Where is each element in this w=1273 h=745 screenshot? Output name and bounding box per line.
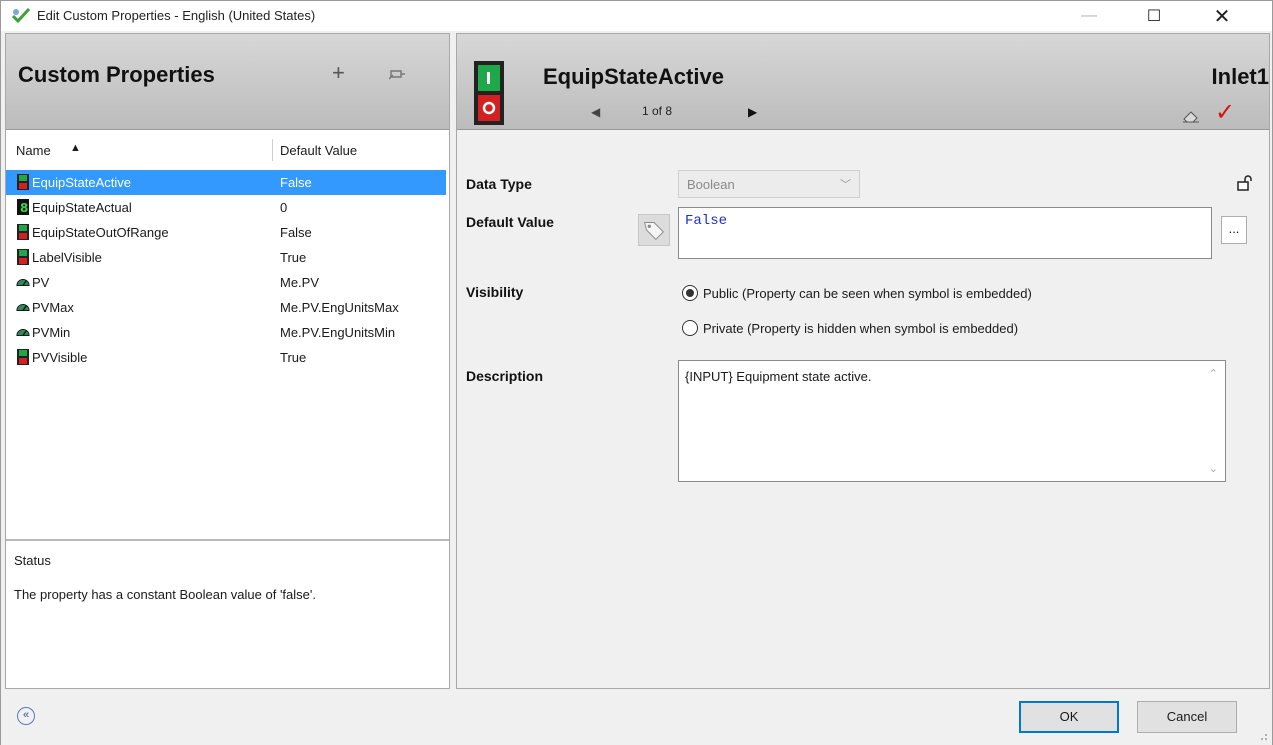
properties-header: Custom Properties +	[6, 34, 449, 130]
property-name: PVVisible	[32, 350, 88, 365]
property-name: PVMax	[32, 300, 74, 315]
eraser-icon[interactable]	[1182, 109, 1200, 123]
close-button[interactable]: ✕	[1199, 1, 1245, 31]
gauge-icon	[16, 278, 30, 286]
symbol-name: Inlet1	[1211, 64, 1269, 89]
property-default: False	[280, 175, 312, 190]
description-textarea[interactable]: {INPUT} Equipment state active. ⌃ ⌄	[678, 360, 1226, 482]
properties-panel: Custom Properties + Name ▲ Default Value…	[5, 33, 450, 689]
title-bar: Edit Custom Properties - English (United…	[1, 1, 1272, 31]
description-label: Description	[466, 368, 544, 384]
panel-title: Custom Properties	[18, 62, 215, 87]
column-name[interactable]: Name	[16, 143, 51, 158]
property-default: Me.PV.EngUnitsMax	[280, 300, 399, 315]
property-editor: EquipStateActive ◀ 1 of 8 ▶ Inlet1 ✓ Dat…	[456, 33, 1270, 689]
property-name: EquipStateActive	[32, 175, 132, 190]
list-item[interactable]: PVMax Me.PV.EngUnitsMax	[6, 295, 446, 320]
property-name: EquipStateOutOfRange	[32, 225, 169, 240]
integer-icon: 8	[17, 199, 29, 215]
tag-icon	[644, 222, 665, 241]
switch-icon	[17, 249, 29, 265]
list-item[interactable]: 8 EquipStateActual 0	[6, 195, 446, 220]
column-header: Name ▲ Default Value	[6, 139, 449, 161]
status-text: The property has a constant Boolean valu…	[14, 587, 316, 602]
property-name: PVMin	[32, 325, 71, 340]
visibility-private-option[interactable]: Private (Property is hidden when symbol …	[682, 320, 1018, 336]
property-name: PV	[32, 275, 50, 290]
switch-icon	[17, 349, 29, 365]
collapse-icon[interactable]: «	[17, 707, 35, 725]
minimize-button[interactable]: —	[1066, 1, 1112, 31]
resize-grip-icon[interactable]	[1258, 731, 1268, 741]
app-icon	[11, 7, 31, 24]
next-property-button[interactable]: ▶	[748, 105, 757, 119]
dialog-window: Edit Custom Properties - English (United…	[0, 0, 1273, 745]
visibility-label: Visibility	[466, 284, 524, 300]
property-default: 0	[280, 200, 288, 215]
browse-button[interactable]: ...	[1221, 216, 1247, 244]
private-radio-label: Private (Property is hidden when symbol …	[703, 320, 1019, 336]
status-panel: Status The property has a constant Boole…	[6, 539, 449, 688]
property-name: EquipStateActual	[32, 200, 132, 215]
gauge-icon	[16, 328, 30, 336]
property-counter: 1 of 8	[642, 104, 673, 118]
previous-property-button[interactable]: ◀	[591, 105, 600, 119]
switch-icon	[474, 61, 504, 125]
editor-header: EquipStateActive ◀ 1 of 8 ▶ Inlet1 ✓	[457, 34, 1269, 130]
column-default-value[interactable]: Default Value	[280, 143, 357, 158]
default-value-label: Default Value	[466, 214, 554, 230]
visibility-public-option[interactable]: Public (Property can be seen when symbol…	[682, 285, 1032, 301]
property-title: EquipStateActive	[543, 64, 724, 89]
data-type-value: Boolean	[687, 177, 735, 192]
column-divider[interactable]	[272, 139, 273, 161]
status-title: Status	[14, 553, 51, 568]
property-default: Me.PV.EngUnitsMin	[280, 325, 396, 340]
public-radio[interactable]	[682, 285, 698, 301]
property-default: True	[280, 250, 307, 265]
list-item[interactable]: PV Me.PV	[6, 270, 446, 295]
property-default: Me.PV	[280, 275, 320, 290]
description-text: {INPUT} Equipment state active.	[685, 369, 872, 384]
public-radio-label: Public (Property can be seen when symbol…	[703, 285, 1032, 301]
default-value-input[interactable]: False	[678, 207, 1212, 259]
add-property-button[interactable]: +	[332, 60, 345, 86]
switch-icon	[17, 224, 29, 240]
property-default: True	[280, 350, 307, 365]
tag-browse-button[interactable]	[638, 214, 670, 246]
apply-check-icon[interactable]: ✓	[1215, 98, 1235, 127]
window-title: Edit Custom Properties - English (United…	[37, 8, 316, 23]
ok-button[interactable]: OK	[1019, 701, 1119, 733]
data-type-dropdown: Boolean ﹀	[678, 170, 860, 198]
private-radio[interactable]	[682, 320, 698, 336]
scroll-up-icon[interactable]: ⌃	[1209, 367, 1218, 380]
list-item[interactable]: EquipStateOutOfRange False	[6, 220, 446, 245]
pin-icon[interactable]	[389, 67, 405, 81]
list-item[interactable]: PVVisible True	[6, 345, 446, 370]
cancel-button[interactable]: Cancel	[1137, 701, 1237, 733]
unlock-icon[interactable]	[1236, 175, 1252, 191]
list-item[interactable]: EquipStateActive False	[6, 170, 446, 195]
switch-icon	[17, 174, 29, 190]
gauge-icon	[16, 303, 30, 311]
maximize-button[interactable]: ☐	[1131, 1, 1177, 31]
data-type-label: Data Type	[466, 176, 532, 192]
property-name: LabelVisible	[32, 250, 102, 265]
sort-ascending-icon: ▲	[70, 142, 81, 154]
scroll-down-icon[interactable]: ⌄	[1209, 462, 1218, 475]
button-bar: « OK Cancel	[1, 691, 1272, 745]
property-default: False	[280, 225, 312, 240]
list-item[interactable]: PVMin Me.PV.EngUnitsMin	[6, 320, 446, 345]
chevron-down-icon: ﹀	[840, 179, 851, 191]
list-item[interactable]: LabelVisible True	[6, 245, 446, 270]
svg-text:8: 8	[20, 201, 28, 215]
property-list: EquipStateActive False 8 EquipStateActua…	[6, 170, 449, 370]
